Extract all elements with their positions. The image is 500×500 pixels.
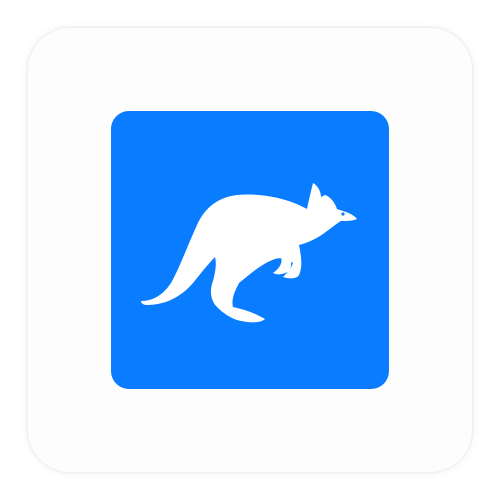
kangaroo-icon-svg xyxy=(111,111,389,389)
app-icon-tile xyxy=(111,111,389,389)
icon-canvas xyxy=(0,0,500,500)
